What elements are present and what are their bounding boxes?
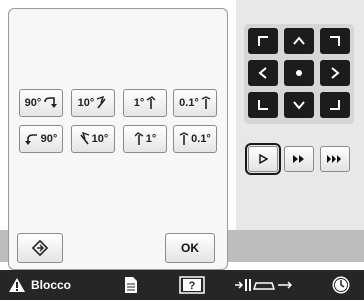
- play-medium-icon: [293, 155, 304, 163]
- rotate-label: 0.1°: [191, 133, 211, 145]
- rotate-label: 90°: [40, 133, 58, 145]
- speed-medium-button[interactable]: [284, 146, 314, 172]
- move-top-right-button[interactable]: [320, 28, 350, 54]
- rotate-right-90-icon: [44, 97, 58, 108]
- rotate-right-10-button[interactable]: 10°: [71, 89, 115, 117]
- rotate-right-90-button[interactable]: 90°: [19, 89, 63, 117]
- presser-foot-icon: [235, 279, 292, 291]
- frame-help-button[interactable]: ?: [176, 270, 208, 300]
- corner-top-left-icon: [258, 36, 268, 46]
- rotate-left-1-button[interactable]: 1°: [123, 125, 167, 153]
- move-center-button[interactable]: [284, 60, 314, 86]
- rotate-right-0-1-icon: [201, 96, 211, 109]
- ok-button[interactable]: OK: [165, 233, 215, 263]
- rotate-left-0-1-button[interactable]: 0.1°: [173, 125, 217, 153]
- speed-fast-button[interactable]: [320, 146, 350, 172]
- ok-label: OK: [181, 241, 199, 255]
- center-dot-icon: [296, 70, 302, 76]
- rotate-left-90-icon: [24, 134, 37, 145]
- speed-slow-button[interactable]: [245, 143, 281, 175]
- move-up-button[interactable]: [284, 28, 314, 54]
- page-icon: [125, 277, 137, 293]
- warning-icon: [9, 278, 25, 292]
- reset-rotation-button[interactable]: [17, 233, 63, 263]
- frame-help-icon: ?: [179, 276, 205, 294]
- rotate-label: 10°: [91, 133, 109, 145]
- rotate-left-90-button[interactable]: 90°: [19, 125, 63, 153]
- page-button[interactable]: [120, 270, 142, 300]
- rotation-panel: 90° 10° 1° 0.1° 90° 10° 1° 0.1° OK: [8, 8, 228, 270]
- move-top-left-button[interactable]: [248, 28, 278, 54]
- arrow-right-icon: [331, 67, 340, 79]
- arrow-pad: [244, 24, 354, 124]
- svg-text:?: ?: [189, 280, 196, 292]
- rotate-left-0-1-icon: [179, 132, 189, 145]
- rotate-left-10-button[interactable]: 10°: [71, 125, 115, 153]
- rotate-label: 90°: [24, 97, 42, 109]
- corner-top-right-icon: [330, 36, 340, 46]
- rotate-label: 10°: [77, 97, 95, 109]
- clock-button[interactable]: [328, 270, 354, 300]
- play-slow-icon: [259, 154, 268, 164]
- gray-band: [236, 230, 364, 262]
- arrow-down-icon: [293, 101, 305, 110]
- rotate-left-1-icon: [134, 132, 144, 145]
- play-fast-icon: [327, 155, 341, 163]
- reset-rotation-icon: [31, 239, 49, 257]
- arrow-up-icon: [293, 36, 305, 45]
- rotate-right-1-icon: [146, 96, 156, 109]
- presser-foot-button[interactable]: [232, 270, 294, 300]
- blocco-label: Blocco: [31, 278, 72, 292]
- move-down-button[interactable]: [284, 92, 314, 118]
- rotate-right-1-button[interactable]: 1°: [123, 89, 167, 117]
- rotate-right-0-1-button[interactable]: 0.1°: [173, 89, 217, 117]
- rotate-right-10-icon: [97, 96, 106, 109]
- rotate-label: 1°: [133, 97, 145, 109]
- move-left-button[interactable]: [248, 60, 278, 86]
- rotate-label: 1°: [145, 133, 157, 145]
- move-right-button[interactable]: [320, 60, 350, 86]
- bottom-taskbar: Blocco ?: [0, 270, 364, 300]
- rotate-left-10-icon: [80, 132, 89, 145]
- rotate-label: 0.1°: [179, 97, 199, 109]
- arrow-left-icon: [258, 67, 267, 79]
- corner-bottom-left-icon: [258, 100, 268, 110]
- blocco-button[interactable]: Blocco: [8, 270, 88, 300]
- move-bottom-right-button[interactable]: [320, 92, 350, 118]
- corner-bottom-right-icon: [330, 100, 340, 110]
- clock-icon: [332, 276, 350, 294]
- move-bottom-left-button[interactable]: [248, 92, 278, 118]
